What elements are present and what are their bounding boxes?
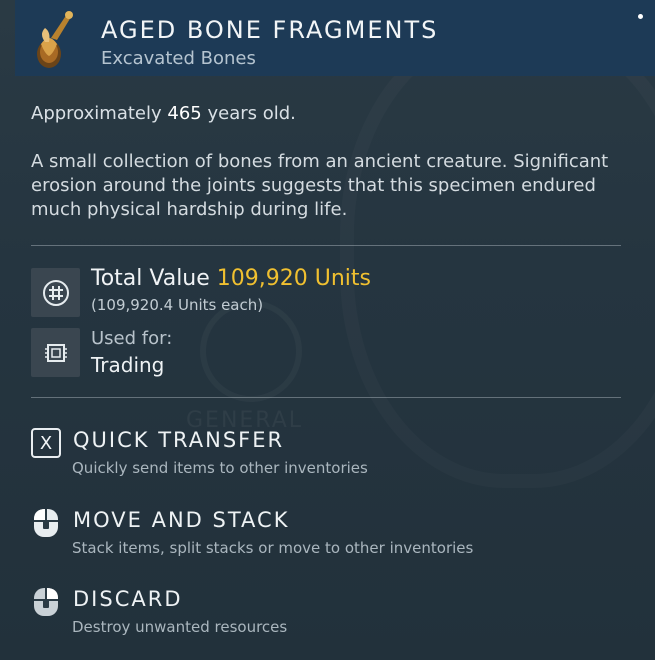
item-title: AGED BONE FRAGMENTS (101, 16, 439, 44)
item-header: AGED BONE FRAGMENTS Excavated Bones (15, 0, 655, 76)
unit-value-each: (109,920.4 Units each) (91, 296, 264, 314)
age-prefix: Approximately (31, 103, 162, 124)
total-value: Total Value 109,920 Units (91, 266, 371, 291)
mouse-right-click-icon (31, 587, 61, 617)
action-subtitle: Destroy unwanted resources (72, 618, 288, 636)
item-category: Excavated Bones (101, 48, 256, 69)
discard-action[interactable]: DISCARD Destroy unwanted resources (31, 585, 621, 645)
units-currency-icon (31, 268, 80, 317)
trade-chip-icon (31, 328, 80, 377)
mouse-left-click-icon (31, 508, 61, 538)
used-for-value: Trading (91, 353, 165, 377)
move-and-stack-action[interactable]: MOVE AND STACK Stack items, split stacks… (31, 506, 621, 566)
item-age: Approximately 465 years old. (31, 103, 296, 124)
bone-fragments-icon (23, 8, 79, 72)
quick-transfer-action[interactable]: X QUICK TRANSFER Quickly send items to o… (31, 426, 621, 486)
action-subtitle: Stack items, split stacks or move to oth… (72, 539, 474, 557)
action-title: DISCARD (73, 587, 183, 611)
x-key-icon: X (31, 428, 61, 458)
item-tooltip-panel: GENERAL AGED BONE FRAGMENTS Excavated Bo… (0, 0, 655, 660)
item-description: A small collection of bones from an anci… (31, 151, 609, 220)
action-subtitle: Quickly send items to other inventories (72, 459, 368, 477)
divider (31, 245, 621, 246)
corner-dot-icon (638, 14, 643, 19)
age-value: 465 (167, 103, 202, 124)
background-gear-decoration (200, 300, 302, 402)
total-value-amount: 109,920 Units (216, 266, 372, 291)
x-key-label: X (31, 428, 61, 458)
age-suffix: years old. (207, 103, 296, 124)
background-ring-decoration (340, 20, 655, 488)
divider (31, 397, 621, 398)
action-title: QUICK TRANSFER (73, 428, 285, 452)
total-value-label: Total Value (91, 266, 210, 291)
used-for-label: Used for: (91, 328, 173, 349)
action-title: MOVE AND STACK (73, 508, 290, 532)
